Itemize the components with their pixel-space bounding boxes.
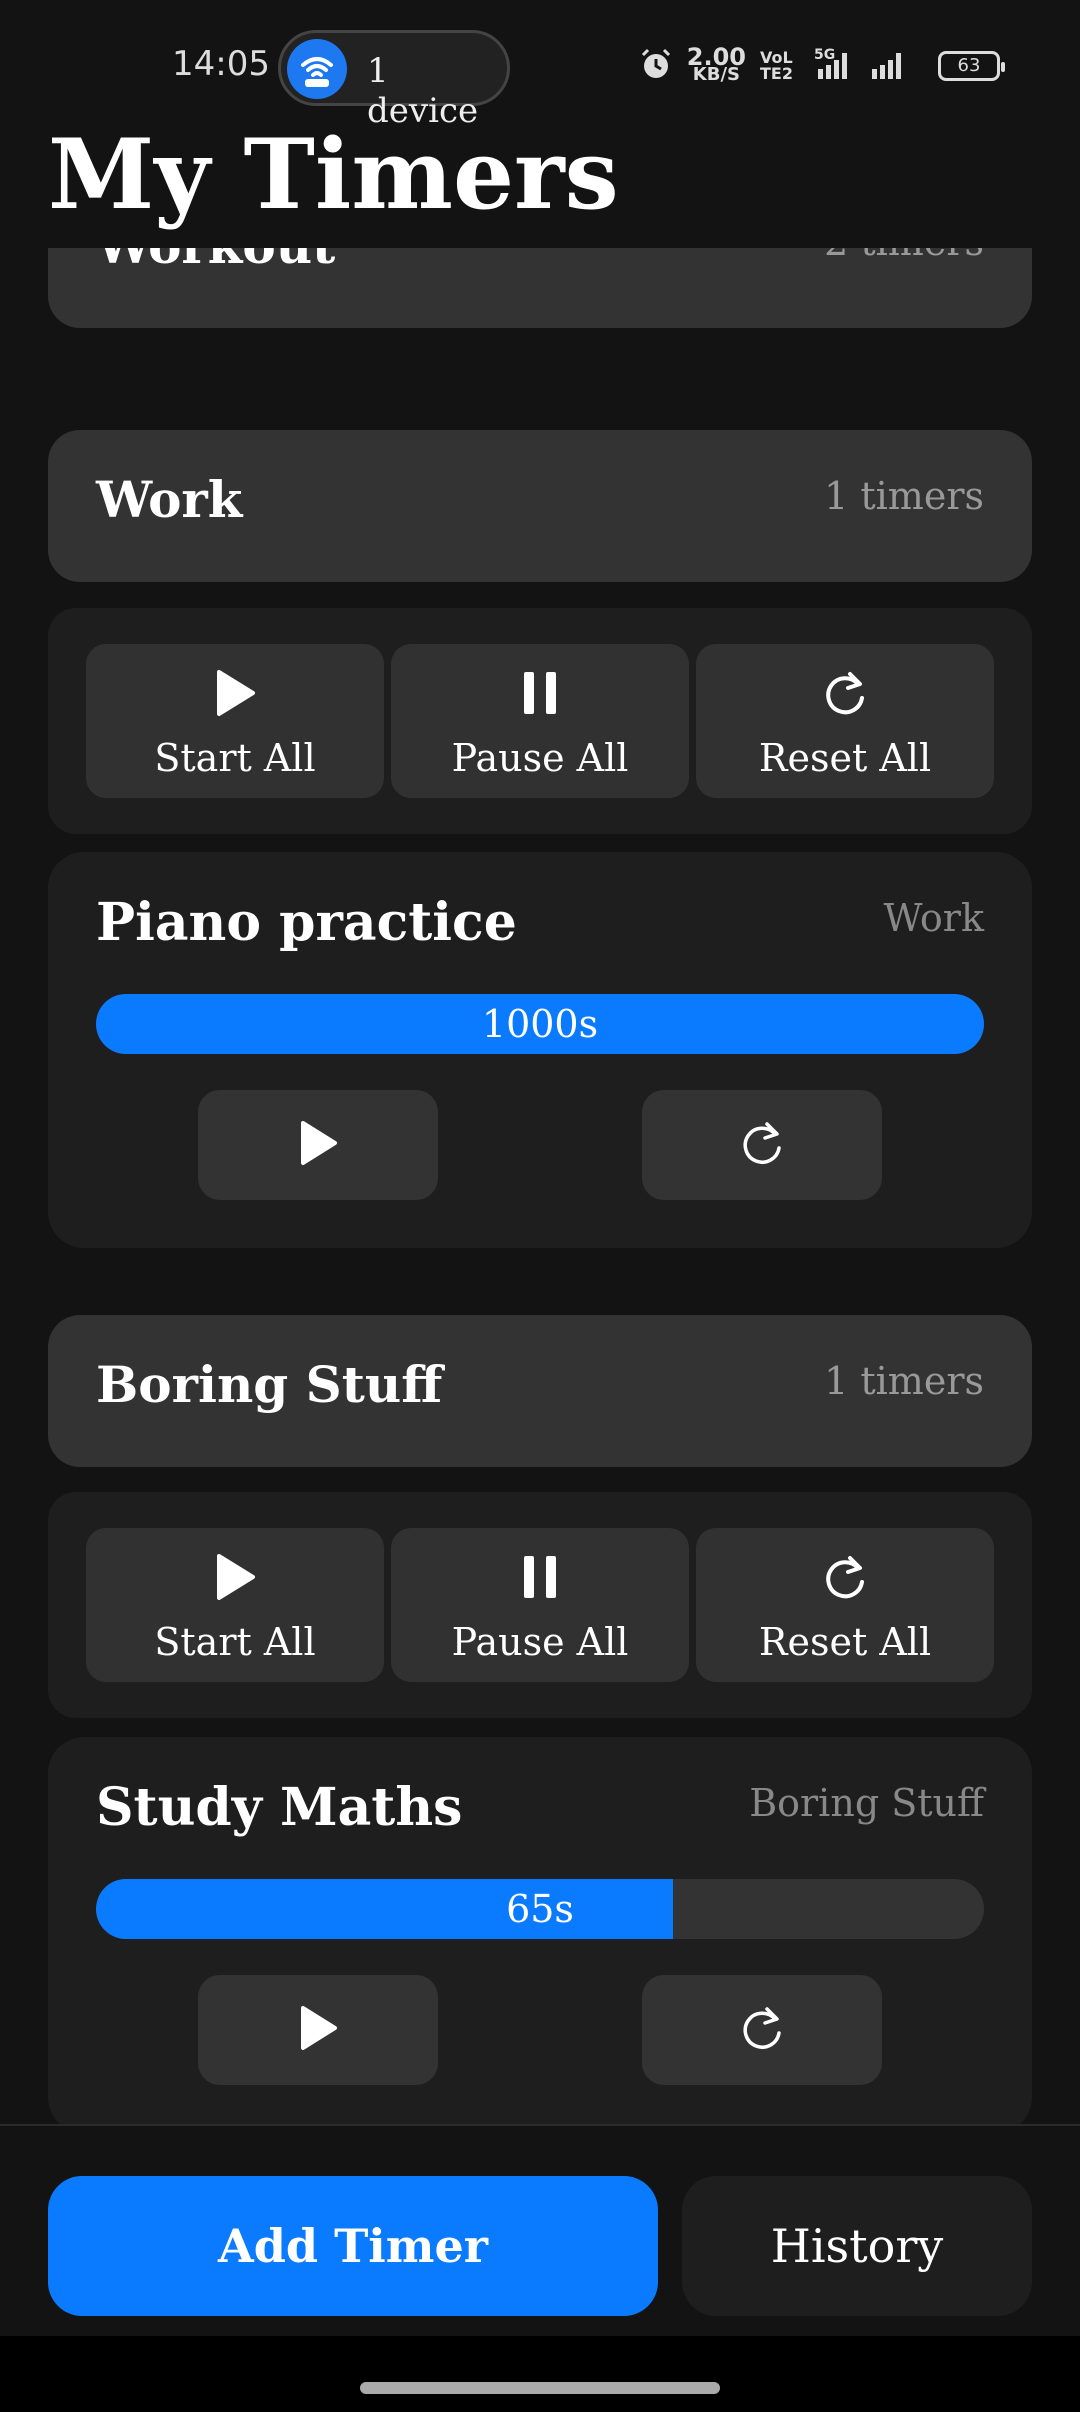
status-bar: 14:05 1 device 2.00 KB/S VoLTE2 5G 63 (0, 0, 1080, 131)
reset-all-button[interactable]: Reset All (696, 644, 994, 798)
reset-all-label: Reset All (758, 736, 932, 780)
pause-all-label: Pause All (451, 1620, 629, 1664)
alarm-icon (639, 47, 673, 85)
play-icon (297, 1119, 339, 1171)
group-count: 1 timers (824, 1359, 984, 1403)
timer-card-piano-practice: Piano practice Work 1000s (48, 852, 1032, 1248)
timer-remaining-label: 65s (506, 1887, 574, 1931)
play-icon (86, 668, 384, 718)
signal-icon: 5G (814, 47, 924, 85)
start-all-label: Start All (154, 736, 316, 780)
status-time: 14:05 (172, 44, 270, 84)
start-all-button[interactable]: Start All (86, 644, 384, 798)
add-timer-button[interactable]: Add Timer (48, 2176, 658, 2316)
reset-icon (737, 1118, 787, 1172)
reset-icon (696, 1552, 994, 1602)
reset-icon (737, 2003, 787, 2057)
group-card-boring-stuff[interactable]: Boring Stuff 1 timers (48, 1315, 1032, 1467)
pause-all-button[interactable]: Pause All (391, 644, 689, 798)
group-name: Work (96, 470, 243, 529)
pause-icon (391, 1552, 689, 1602)
timer-list[interactable]: Workout 2 timers Work 1 timers Start All… (0, 248, 1080, 2126)
timer-name: Study Maths (96, 1777, 463, 1838)
timer-play-button[interactable] (198, 1090, 438, 1200)
group-name: Workout (96, 248, 335, 275)
group-name: Boring Stuff (96, 1355, 443, 1414)
pause-all-label: Pause All (451, 736, 629, 780)
timer-remaining-label: 1000s (481, 1002, 599, 1046)
timer-progress-bar: 65s (96, 1879, 984, 1939)
system-nav-area (0, 2336, 1080, 2412)
hotspot-icon (287, 39, 347, 99)
reset-all-button[interactable]: Reset All (696, 1528, 994, 1682)
volte-tag: VoLTE2 (760, 48, 793, 83)
history-button[interactable]: History (682, 2176, 1032, 2316)
home-indicator[interactable] (360, 2382, 720, 2394)
reset-all-label: Reset All (758, 1620, 932, 1664)
start-all-label: Start All (154, 1620, 316, 1664)
timer-play-button[interactable] (198, 1975, 438, 2085)
pause-icon (391, 668, 689, 718)
battery-icon: 63 (938, 51, 1005, 81)
group-card-work[interactable]: Work 1 timers (48, 430, 1032, 582)
group-controls-work: Start All Pause All Reset All (48, 608, 1032, 834)
pause-all-button[interactable]: Pause All (391, 1528, 689, 1682)
reset-icon (696, 668, 994, 718)
timer-name: Piano practice (96, 892, 517, 953)
play-icon (297, 2004, 339, 2056)
play-icon (86, 1552, 384, 1602)
timer-progress-bar: 1000s (96, 994, 984, 1054)
start-all-button[interactable]: Start All (86, 1528, 384, 1682)
net-speed: 2.00 KB/S (686, 43, 746, 85)
network-type-label: 5G (814, 47, 835, 63)
connected-devices-pill[interactable]: 1 device (278, 30, 510, 131)
timer-group-label: Work (883, 896, 984, 940)
timer-reset-button[interactable] (642, 1090, 882, 1200)
group-count: 2 timers (824, 248, 984, 264)
status-icons: 2.00 KB/S VoLTE2 5G 63 (639, 43, 1005, 86)
group-controls-boring-stuff: Start All Pause All Reset All (48, 1492, 1032, 1718)
group-card-workout[interactable]: Workout 2 timers (48, 248, 1032, 328)
timer-reset-button[interactable] (642, 1975, 882, 2085)
bottom-action-bar: Add Timer History (0, 2124, 1080, 2338)
page-title: My Timers (48, 118, 619, 231)
timer-card-study-maths: Study Maths Boring Stuff 65s (48, 1737, 1032, 2126)
group-count: 1 timers (824, 474, 984, 518)
timer-group-label: Boring Stuff (749, 1781, 984, 1825)
